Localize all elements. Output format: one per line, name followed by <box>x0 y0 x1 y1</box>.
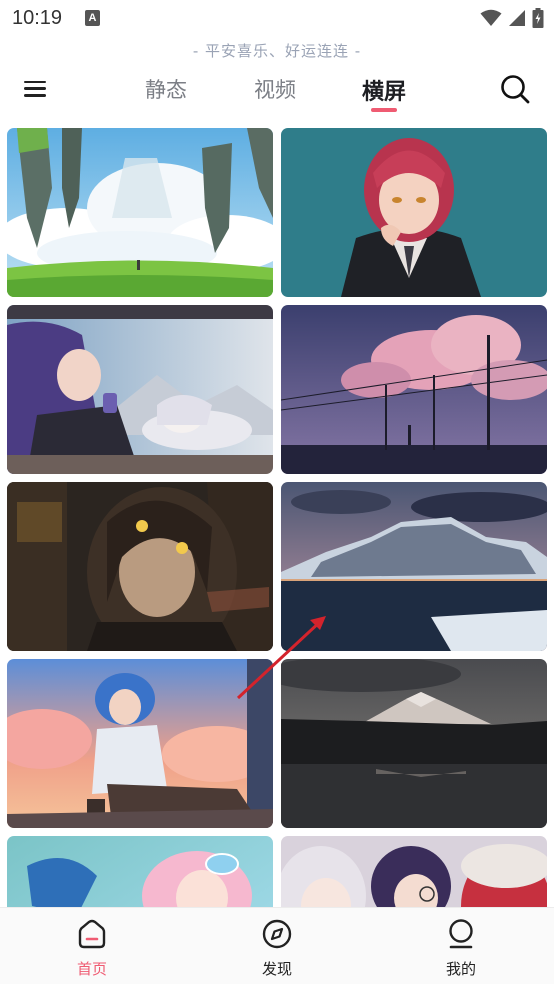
nav-home[interactable]: 首页 <box>52 918 132 979</box>
wallpaper-image <box>281 482 547 651</box>
battery-icon <box>532 8 544 28</box>
wallpaper-image <box>281 836 547 907</box>
wallpaper-image <box>281 128 547 297</box>
wallpaper-image <box>7 659 273 828</box>
signal-icon <box>509 10 525 26</box>
category-tabs: 静态 视频 横屏 <box>120 70 430 116</box>
tab-video[interactable]: 视频 <box>229 70 321 116</box>
status-bar: 10:19 A <box>0 0 554 38</box>
search-button[interactable] <box>498 72 532 106</box>
compass-icon <box>262 919 292 949</box>
home-icon <box>78 919 106 949</box>
wallpaper-image <box>7 128 273 297</box>
profile-icon <box>449 919 473 949</box>
wallpaper-card-anime-friends[interactable] <box>281 836 547 907</box>
wallpaper-image <box>7 836 273 907</box>
nav-mine[interactable]: 我的 <box>421 918 501 979</box>
wifi-icon <box>480 9 502 26</box>
status-time: 10:19 <box>12 7 63 29</box>
slogan-text: - 平安喜乐、好运连连 - <box>192 42 362 60</box>
menu-icon-line <box>24 94 46 97</box>
wallpaper-card-purple-haired-girls[interactable] <box>7 305 273 474</box>
nav-discover-label: 发现 <box>261 960 292 978</box>
tab-static[interactable]: 静态 <box>120 70 212 116</box>
wallpaper-card-pink-haired-girl[interactable] <box>7 836 273 907</box>
status-indicators <box>480 8 544 28</box>
search-icon <box>501 75 530 104</box>
wallpaper-card-blue-haired-girl[interactable] <box>7 659 273 828</box>
nav-mine-label: 我的 <box>445 960 476 978</box>
wallpaper-card-red-haired-girl[interactable] <box>281 128 547 297</box>
wallpaper-image <box>7 482 273 651</box>
menu-button[interactable] <box>24 76 58 106</box>
bottom-navigation: 首页 发现 我的 <box>0 907 554 984</box>
menu-icon-line <box>24 80 46 83</box>
wallpaper-card-pink-clouds[interactable] <box>281 305 547 474</box>
wallpaper-image <box>281 659 547 828</box>
notification-app-icon: A <box>85 10 100 26</box>
nav-discover[interactable]: 发现 <box>237 918 317 979</box>
nav-home-label: 首页 <box>76 960 107 978</box>
wallpaper-card-dark-mountain-lake[interactable] <box>281 659 547 828</box>
menu-icon-line <box>24 87 46 90</box>
wallpaper-image <box>7 305 273 474</box>
wallpaper-card-snowy-mountain-lake[interactable] <box>281 482 547 651</box>
tab-landscape[interactable]: 横屏 <box>338 70 430 116</box>
wallpaper-card-dark-haired-girl[interactable] <box>7 482 273 651</box>
wallpaper-grid <box>7 128 547 907</box>
wallpaper-image <box>281 305 547 474</box>
wallpaper-card-sky-islands[interactable] <box>7 128 273 297</box>
